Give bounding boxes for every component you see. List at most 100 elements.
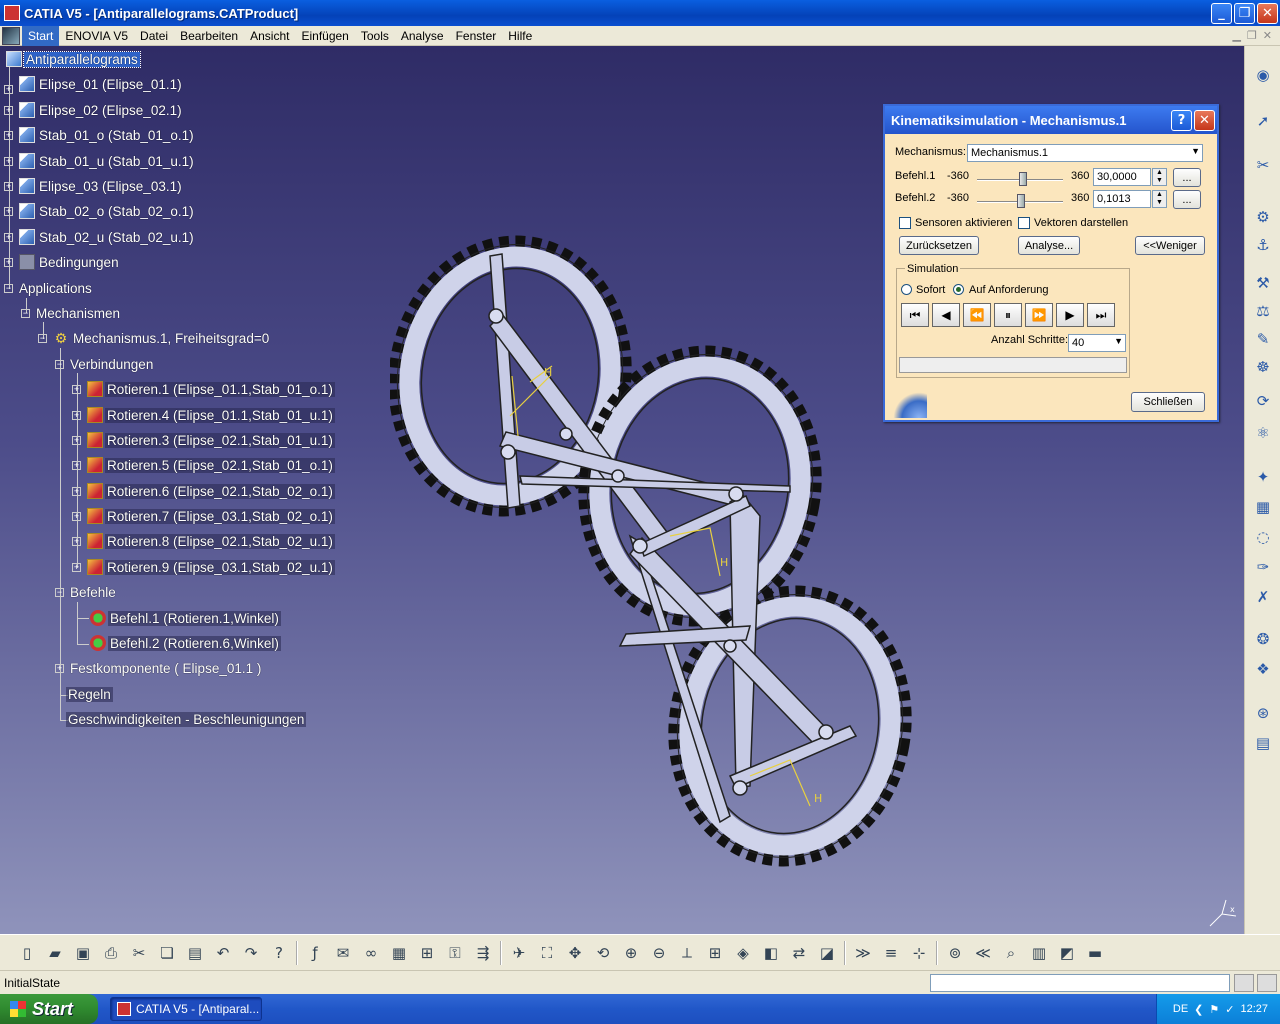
render-icon[interactable]: ◪ (814, 940, 840, 966)
assembly-icon[interactable]: ⚙ (1252, 206, 1274, 228)
pause-button[interactable]: ⏸ (994, 303, 1022, 327)
paste-icon[interactable]: ▤ (182, 940, 208, 966)
status-button[interactable] (1234, 973, 1254, 992)
network-icon[interactable]: ⚑ (1209, 1003, 1219, 1016)
minimize-button[interactable]: _ (1211, 2, 1232, 24)
status-button[interactable] (1257, 973, 1277, 992)
expand-icon[interactable]: + (55, 663, 64, 673)
iso-view-icon[interactable]: ◈ (730, 940, 756, 966)
tree-part[interactable]: + Stab_01_u (Stab_01_u.1) (4, 151, 196, 171)
joint-icon[interactable]: ⚒ (1252, 272, 1274, 294)
expand-icon[interactable]: + (72, 435, 81, 445)
tree-part[interactable]: + Stab_02_o (Stab_02_o.1) (4, 201, 196, 221)
tree-joint-label[interactable]: Rotieren.9 (Elipse_03.1,Stab_02_u.1) (105, 559, 335, 575)
menu-enovia[interactable]: ENOVIA V5 (59, 26, 134, 46)
catia-app-icon[interactable] (4, 5, 20, 21)
lock-icon[interactable]: ⚿ (442, 940, 468, 966)
compass-icon[interactable]: ⊹ (906, 940, 932, 966)
ondemand-radio[interactable] (953, 284, 964, 295)
rotate-icon[interactable]: ⟲ (590, 940, 616, 966)
menu-tools[interactable]: Tools (355, 26, 395, 46)
search-icon[interactable]: ⌕ (998, 940, 1024, 966)
tree-part[interactable]: + Elipse_02 (Elipse_02.1) (4, 100, 184, 120)
tree-part-label[interactable]: Elipse_01 (Elipse_01.1) (37, 77, 184, 92)
command2-value-input[interactable]: 0,1013 (1093, 190, 1151, 208)
tree-joint-label[interactable]: Rotieren.1 (Elipse_01.1,Stab_01_o.1) (105, 381, 335, 397)
tree-joint[interactable]: + Rotieren.3 (Elipse_02.1,Stab_01_u.1) (72, 430, 335, 450)
distance-icon[interactable]: ▦ (1252, 496, 1274, 518)
sweep-icon[interactable]: ◌ (1252, 526, 1274, 548)
close-window-button[interactable]: ✕ (1257, 2, 1278, 24)
section-icon[interactable]: ≡ (878, 940, 904, 966)
clash-icon[interactable]: ✦ (1252, 466, 1274, 488)
command1-spinner[interactable]: ▲ ▼ (1152, 168, 1167, 186)
sensor-icon[interactable]: ☸ (1252, 356, 1274, 378)
tree-applications[interactable]: − Applications (4, 278, 94, 298)
tray-arrow-icon[interactable]: ❮ (1194, 1003, 1203, 1016)
analysis-icon[interactable]: ⚛ (1252, 422, 1274, 444)
mdi-minimize-icon[interactable]: ▁ (1232, 29, 1240, 42)
reset-button[interactable]: Zurücksetzen (899, 236, 979, 255)
cut-icon[interactable]: ✂ (126, 940, 152, 966)
trace-icon[interactable]: ✑ (1252, 556, 1274, 578)
tree-joint-label[interactable]: Rotieren.7 (Elipse_03.1,Stab_02_o.1) (105, 508, 335, 524)
expand-icon[interactable]: + (4, 156, 13, 166)
tree-command-label[interactable]: Befehl.1 (Rotieren.1,Winkel) (108, 610, 281, 626)
catalog-icon[interactable]: ▤ (1252, 732, 1274, 754)
tree-applications-label[interactable]: Applications (17, 281, 94, 296)
tree-joint-label[interactable]: Rotieren.8 (Elipse_02.1,Stab_02_u.1) (105, 533, 335, 549)
whats-this-icon[interactable]: ? (266, 940, 292, 966)
tree-part[interactable]: + Stab_01_o (Stab_01_o.1) (4, 125, 196, 145)
expand-icon[interactable]: + (72, 486, 81, 496)
tree-joint[interactable]: + Rotieren.6 (Elipse_02.1,Stab_02_o.1) (72, 481, 335, 501)
save-icon[interactable]: ▣ (70, 940, 96, 966)
mechanism-icon[interactable]: ⚖ (1252, 300, 1274, 322)
select-arrow-icon[interactable]: ➚ (1252, 110, 1274, 132)
tree-icon[interactable]: ⊞ (414, 940, 440, 966)
menu-ansicht[interactable]: Ansicht (244, 26, 295, 46)
expand-icon[interactable]: + (72, 460, 81, 470)
speed-icon[interactable]: ❂ (1252, 628, 1274, 650)
fix-icon[interactable]: ⊛ (1252, 702, 1274, 724)
collapse-icon[interactable]: − (38, 333, 47, 343)
scissors-icon[interactable]: ✂ (1252, 154, 1274, 176)
sensors-checkbox[interactable] (899, 217, 911, 229)
tree-joint[interactable]: + Rotieren.1 (Elipse_01.1,Stab_01_o.1) (72, 379, 335, 399)
tree-part-label[interactable]: Elipse_03 (Elipse_03.1) (37, 179, 184, 194)
tree-part[interactable]: + Elipse_03 (Elipse_03.1) (4, 176, 184, 196)
tree-part-label[interactable]: Stab_01_o (Stab_01_o.1) (37, 128, 196, 143)
comment-icon[interactable]: ✉ (330, 940, 356, 966)
compass-icon[interactable]: ◉ (1252, 64, 1274, 86)
tree-joint[interactable]: + Rotieren.4 (Elipse_01.1,Stab_01_u.1) (72, 405, 335, 425)
help-button[interactable]: ? (1171, 109, 1192, 131)
tree-joint[interactable]: + Rotieren.8 (Elipse_02.1,Stab_02_u.1) (72, 531, 335, 551)
undo-icon[interactable]: ↶ (210, 940, 236, 966)
expand-icon[interactable]: + (4, 130, 13, 140)
menu-start[interactable]: Start (22, 25, 60, 46)
tree-part-label[interactable]: Stab_02_u (Stab_02_u.1) (37, 230, 196, 245)
tree-joint-label[interactable]: Rotieren.4 (Elipse_01.1,Stab_01_u.1) (105, 407, 335, 423)
tree-joints-label[interactable]: Verbindungen (68, 357, 155, 372)
jump-end-button[interactable]: ⏭ (1087, 303, 1115, 327)
tree-part[interactable]: + Stab_02_u (Stab_02_u.1) (4, 227, 196, 247)
tree-constraints-label[interactable]: Bedingungen (37, 255, 121, 270)
zoom-in-icon[interactable]: ⊕ (618, 940, 644, 966)
zoom-out-icon[interactable]: ⊖ (646, 940, 672, 966)
param-icon[interactable]: ⇶ (470, 940, 496, 966)
tree-rules-label[interactable]: Regeln (66, 686, 113, 702)
tree-joint[interactable]: + Rotieren.9 (Elipse_03.1,Stab_02_u.1) (72, 557, 335, 577)
step-forward-button[interactable]: ▶ (1056, 303, 1084, 327)
start-button[interactable]: Start (0, 994, 98, 1024)
copy-icon[interactable]: ❏ (154, 940, 180, 966)
simulation-icon[interactable]: ✎ (1252, 328, 1274, 350)
tree-speeds[interactable]: Geschwindigkeiten - Beschleunigungen (66, 709, 307, 729)
tree-command-label[interactable]: Befehl.2 (Rotieren.6,Winkel) (108, 635, 281, 651)
tree-joint[interactable]: + Rotieren.7 (Elipse_03.1,Stab_02_o.1) (72, 506, 335, 526)
next-icon[interactable]: ≪ (970, 940, 996, 966)
expand-icon[interactable]: + (4, 206, 13, 216)
tree-mechanism[interactable]: − ⚙ Mechanismus.1, Freiheitsgrad=0 (38, 328, 271, 348)
fit-all-icon[interactable]: ⛶ (534, 940, 560, 966)
security-icon[interactable]: ✓ (1225, 1003, 1234, 1016)
menu-datei[interactable]: Datei (134, 26, 174, 46)
tree-part-label[interactable]: Elipse_02 (Elipse_02.1) (37, 103, 184, 118)
